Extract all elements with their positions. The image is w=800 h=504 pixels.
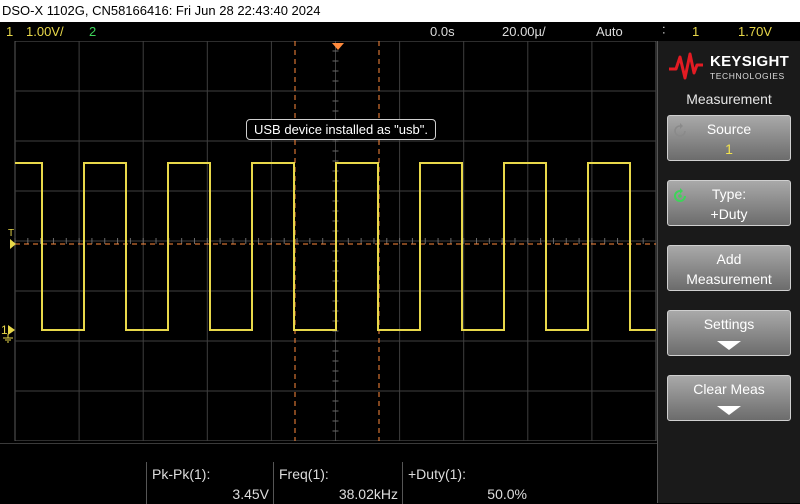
down-arrow-icon [717, 341, 741, 350]
softkey-panel: KEYSIGHT TECHNOLOGIES Measurement Source… [657, 41, 800, 503]
softkey-label: Clear Meas [693, 381, 765, 397]
waveform-display: T 1 USB device installed as "usb". [0, 41, 657, 441]
trigger-mode: Auto [596, 24, 623, 39]
measurement-label: Freq(1): [279, 466, 329, 482]
measurement-bar: Pk-Pk(1): 3.45V Freq(1): 38.02kHz +Duty(… [0, 443, 657, 504]
time-scale: 20.00µ/ [502, 24, 546, 39]
softkey-label: Type: [711, 186, 747, 202]
down-arrow-icon [717, 406, 741, 415]
status-bar: 1 1.00V/ 2 0.0s 20.00µ/ Auto ˸ 1 1.70V [0, 22, 800, 41]
ch1-ground-label: 1 [1, 323, 8, 337]
trigger-level: 1.70V [738, 24, 772, 39]
measurement-duty: +Duty(1): 50.0% [402, 462, 531, 504]
trigger-level-label: T [8, 228, 14, 239]
ch1-ground-marker[interactable] [8, 325, 15, 335]
usb-notification: USB device installed as "usb". [246, 119, 436, 140]
measurement-freq: Freq(1): 38.02kHz [273, 462, 402, 504]
ch1-number[interactable]: 1 [6, 22, 13, 41]
softkey-label: Source [706, 121, 752, 137]
trigger-edge-icon: ˸ [662, 24, 666, 39]
measurement-value: 38.02kHz [338, 486, 398, 502]
keysight-wave-icon [669, 52, 703, 80]
clear-meas-softkey[interactable]: Clear Meas [667, 375, 791, 421]
softkey-value: 1 [725, 141, 733, 157]
softkey-label: Settings [703, 316, 755, 332]
softkey-label-line2: Measurement [686, 271, 772, 287]
trigger-channel: 1 [692, 24, 700, 39]
keysight-logo: KEYSIGHT TECHNOLOGIES [668, 49, 793, 89]
title-bar: DSO-X 1102G, CN58166416: Fri Jun 28 22:4… [0, 0, 800, 22]
oscilloscope-screen: DSO-X 1102G, CN58166416: Fri Jun 28 22:4… [0, 0, 800, 504]
softkey-label: Add [716, 251, 742, 267]
menu-title: Measurement [686, 91, 772, 107]
ch2-number[interactable]: 2 [89, 22, 96, 41]
softkey-value: +Duty [710, 206, 748, 222]
measurement-label: Pk-Pk(1): [152, 466, 211, 482]
time-delay: 0.0s [430, 24, 455, 39]
ch1-scale[interactable]: 1.00V/ [26, 22, 64, 41]
measurement-pkpk: Pk-Pk(1): 3.45V [146, 462, 273, 504]
graticule: T 1 [1, 41, 657, 441]
brand-name: KEYSIGHT [710, 53, 790, 70]
settings-softkey[interactable]: Settings [667, 310, 791, 356]
type-softkey[interactable]: Type: +Duty [667, 180, 791, 226]
measurement-value: 50.0% [487, 486, 527, 502]
source-softkey[interactable]: Source 1 [667, 115, 791, 161]
measurement-label: +Duty(1): [408, 466, 466, 482]
brand-subtitle: TECHNOLOGIES [710, 71, 785, 81]
measurement-value: 3.45V [232, 486, 269, 502]
add-measurement-softkey[interactable]: Add Measurement [667, 245, 791, 291]
